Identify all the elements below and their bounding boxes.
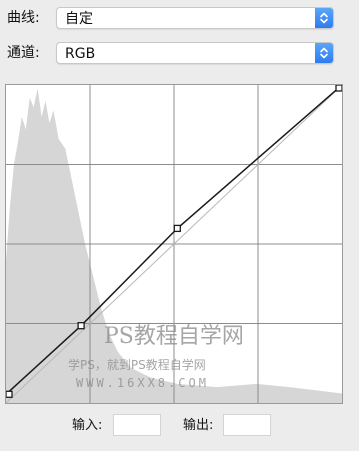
curve-control-point[interactable] [77,322,85,330]
curves-preset-select[interactable]: 自定 [56,7,334,29]
curves-preset-value: 自定 [65,11,93,27]
chevron-updown-icon[interactable] [315,43,333,63]
curves-preset-label: 曲线: [7,10,40,26]
curve-control-point[interactable] [6,390,13,398]
curve-control-point[interactable] [173,224,181,233]
curve-control-point[interactable] [335,85,342,92]
channel-row: 通道: RGB [0,40,359,66]
curve-graph[interactable]: PS教程自学网 学PS，就到PS教程自学网 WWW.16XX8.COM [5,84,343,404]
output-field[interactable] [223,414,271,436]
chevron-updown-icon[interactable] [315,8,333,28]
curves-dialog: 曲线: 自定 通道: RGB PS教程自学网 学PS，就到PS教程自学网 WWW… [0,0,359,451]
channel-label: 通道: [7,45,40,61]
input-label: 输入: [72,418,103,433]
watermark-title: PS教程自学网 [104,324,244,349]
curve-graph-canvas[interactable]: PS教程自学网 学PS，就到PS教程自学网 WWW.16XX8.COM [6,85,342,403]
input-field[interactable] [113,414,161,436]
watermark-url: WWW.16XX8.COM [76,376,209,390]
output-label: 输出: [183,418,214,433]
input-output-row: 输入: 输出: [0,414,359,438]
channel-value: RGB [65,46,96,62]
channel-select[interactable]: RGB [56,42,334,64]
watermark-slogan: 学PS，就到PS教程自学网 [68,357,206,372]
curves-preset-row: 曲线: 自定 [0,5,359,31]
